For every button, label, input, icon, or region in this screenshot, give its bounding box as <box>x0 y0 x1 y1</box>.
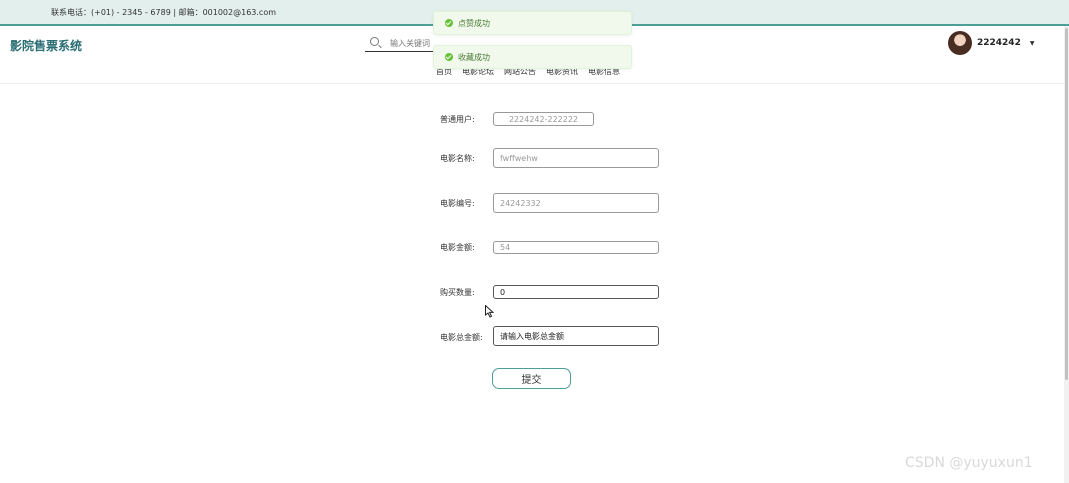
username[interactable]: 2224242 <box>977 38 1021 48</box>
toast-message: 点赞成功 <box>458 19 490 28</box>
avatar[interactable] <box>948 31 972 55</box>
price-label: 电影金额: <box>440 243 475 252</box>
chevron-down-icon[interactable]: ▼ <box>1030 40 1035 47</box>
toast-like-success: 点赞成功 <box>433 11 632 35</box>
contact-info: 联系电话：(+01) - 2345 - 6789 | 邮箱：001002@163… <box>51 8 277 17</box>
quantity-label: 购买数量: <box>440 288 475 297</box>
site-logo-title[interactable]: 影院售票系统 <box>10 37 82 54</box>
movie-no-field[interactable] <box>493 193 659 213</box>
movie-no-label: 电影编号: <box>440 199 475 208</box>
total-label: 电影总金额: <box>440 333 483 342</box>
toast-favorite-success: 收藏成功 <box>433 45 632 69</box>
quantity-field[interactable] <box>493 285 659 299</box>
movie-name-label: 电影名称: <box>440 154 475 163</box>
search-box <box>365 35 435 52</box>
user-label: 普通用户: <box>440 115 475 124</box>
toast-message: 收藏成功 <box>458 53 490 62</box>
page-scrollbar[interactable] <box>1064 26 1069 483</box>
user-menu[interactable]: 2224242 ▼ <box>948 30 1034 56</box>
user-field[interactable] <box>493 112 594 126</box>
search-input[interactable] <box>390 37 435 49</box>
total-field[interactable] <box>493 326 659 346</box>
scrollbar-thumb[interactable] <box>1065 28 1068 380</box>
success-check-icon <box>445 19 453 27</box>
submit-button[interactable]: 提交 <box>492 368 571 389</box>
search-icon[interactable] <box>370 37 379 46</box>
watermark: CSDN @yuyuxun1 <box>905 455 1033 471</box>
movie-name-field[interactable] <box>493 148 659 168</box>
price-field[interactable] <box>493 241 659 254</box>
success-check-icon <box>445 53 453 61</box>
